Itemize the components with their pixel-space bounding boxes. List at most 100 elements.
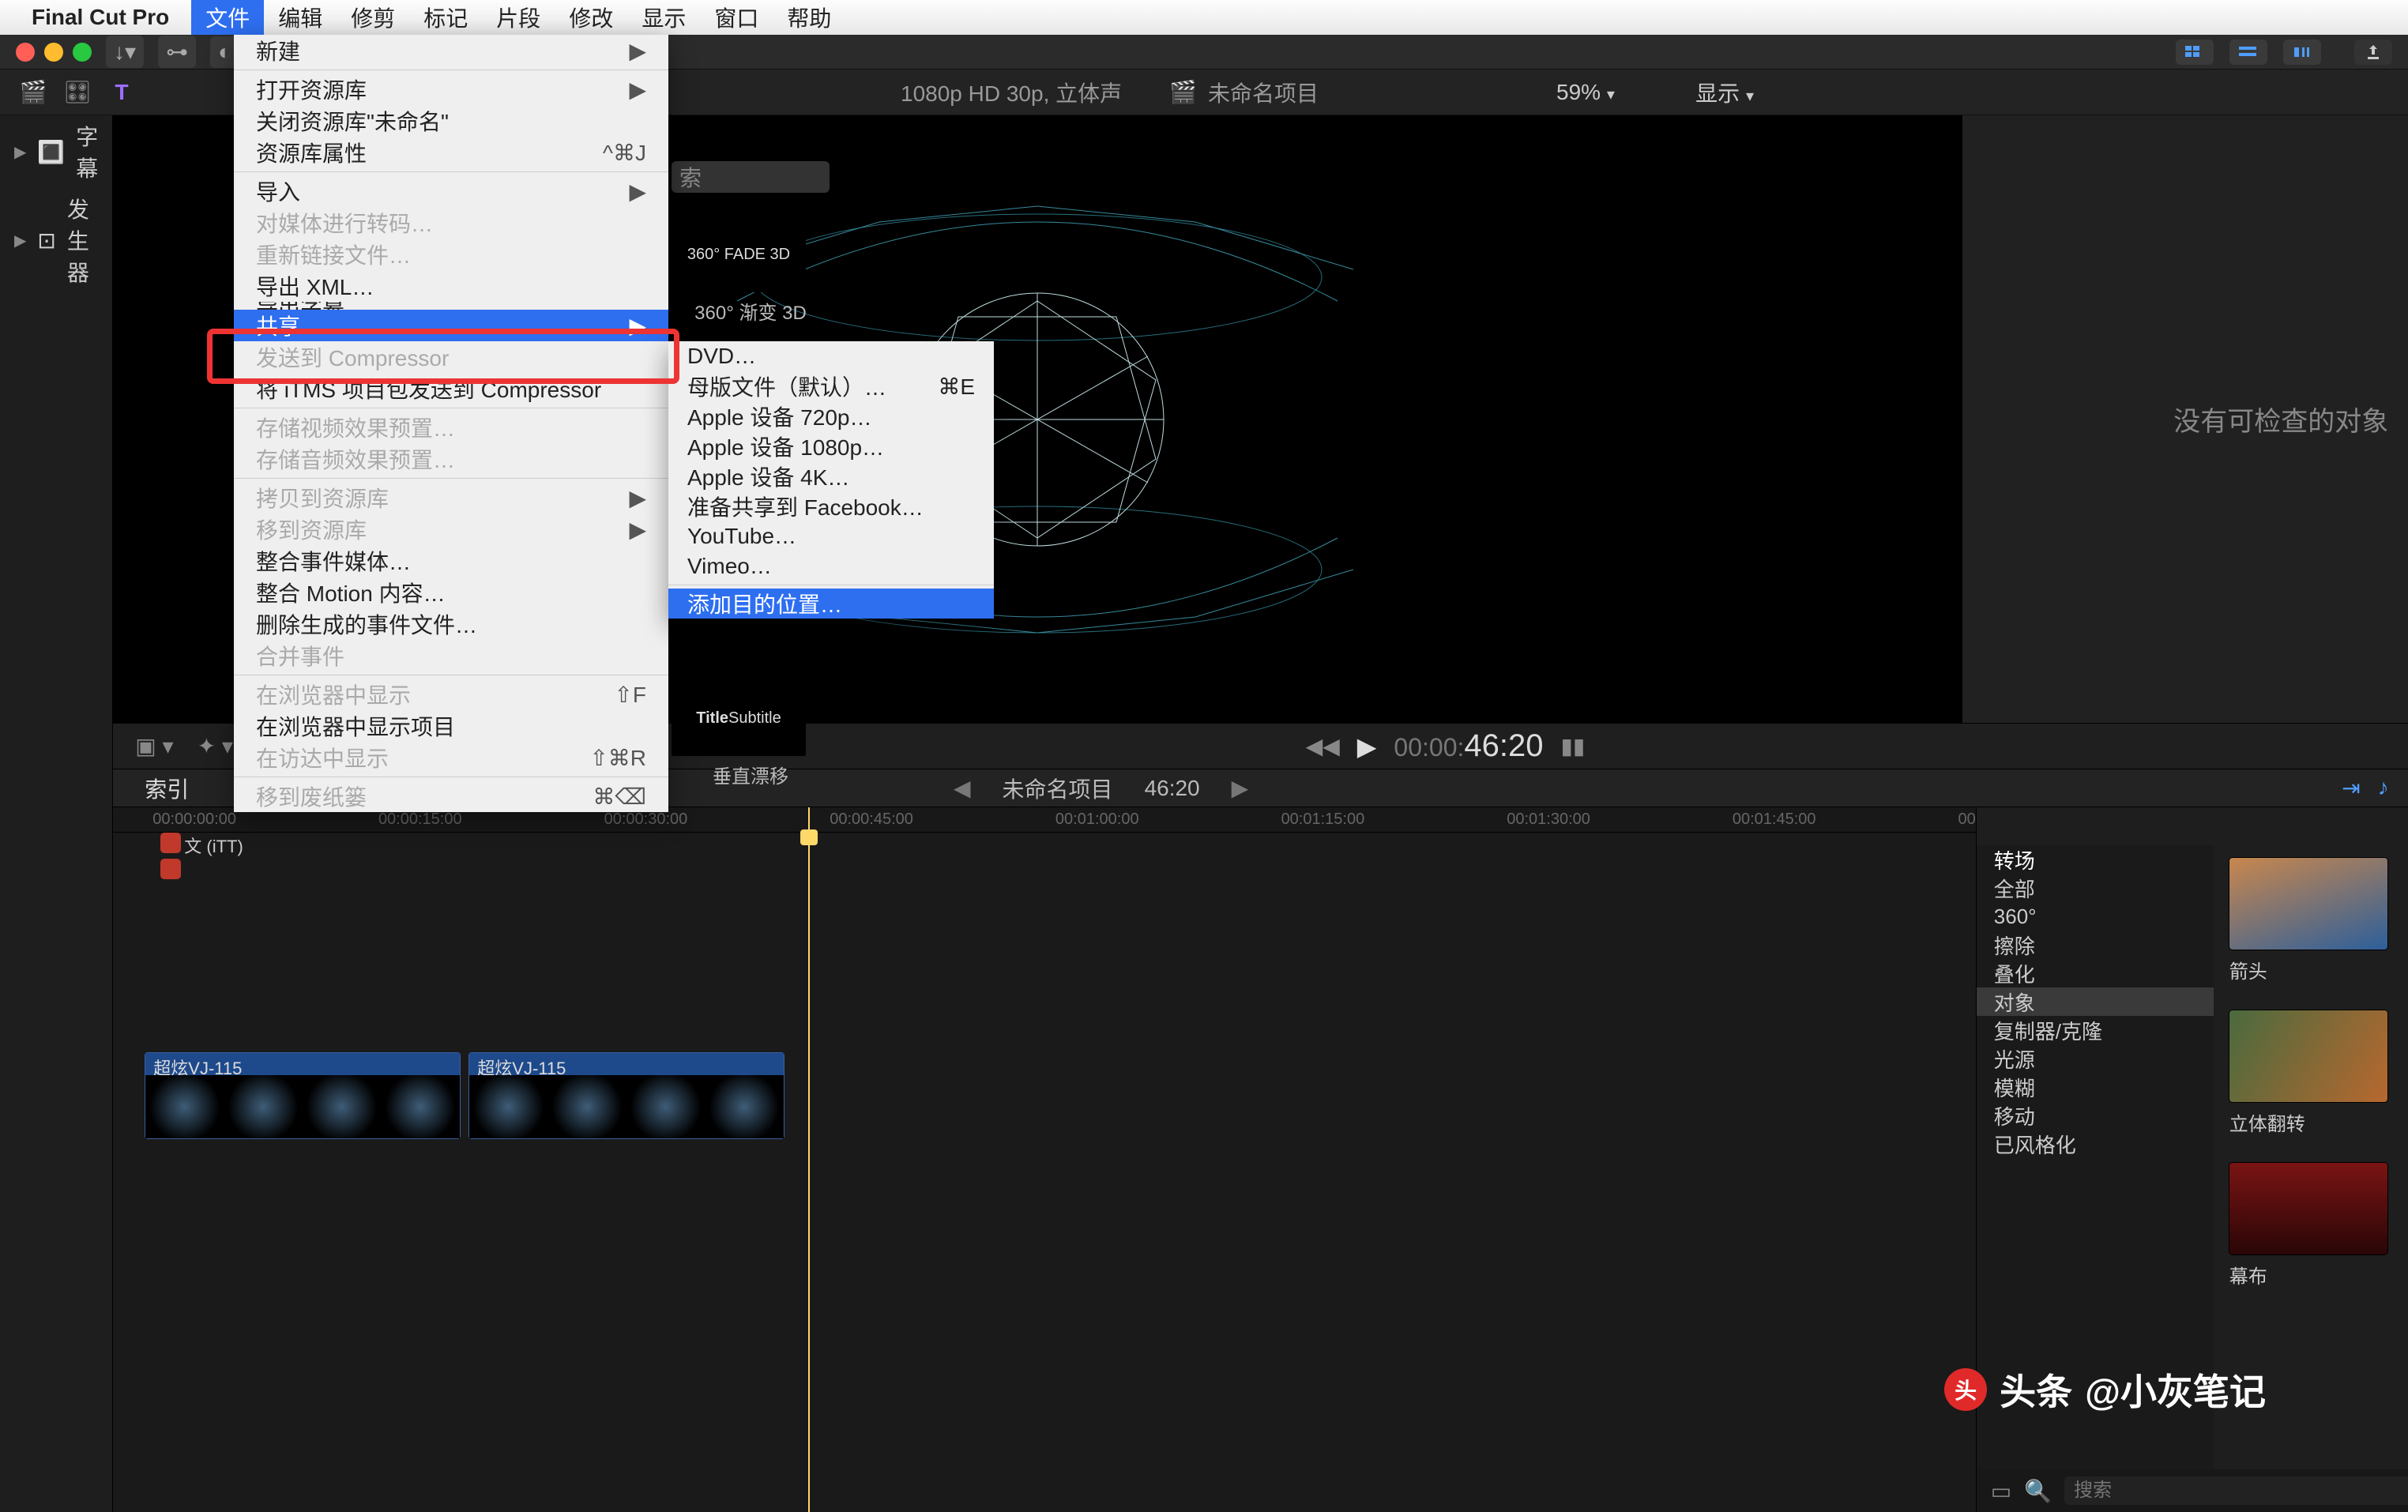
menu-open-library[interactable]: 打开资源库▶ [234,73,668,105]
timeline-clip[interactable]: 超炫VJ-115 [468,1052,784,1139]
menu-export-xml[interactable]: 导出 XML… [234,270,668,302]
menu-edit[interactable]: 编辑 [264,0,337,35]
menu-window[interactable]: 窗口 [700,0,773,35]
color-icon[interactable]: ✦ ▾ [198,733,233,759]
menu-trim[interactable]: 修剪 [337,0,409,35]
inspector-empty-text: 没有可检查的对象 [2173,400,2388,438]
category-item[interactable]: 复制器/克隆 [1977,1016,2214,1044]
menu-reveal-project[interactable]: 在浏览器中显示项目 [234,710,668,742]
share-facebook[interactable]: 准备共享到 Facebook… [668,491,994,521]
share-dvd[interactable]: DVD… [668,341,994,371]
photos-icon[interactable]: 🎛 [63,78,92,107]
transform-icon[interactable]: ▣ ▾ [135,733,173,759]
keyword-button[interactable]: ⊶ [158,36,196,68]
share-apple-720[interactable]: Apple 设备 720p… [668,401,994,431]
menu-modify[interactable]: 修改 [555,0,627,35]
history-back-icon[interactable]: ◀ [954,775,971,801]
caption-lane[interactable]: 文 (iTT) [113,833,1976,864]
menu-view[interactable]: 显示 [627,0,700,35]
title-thumbnail[interactable]: TitleSubtitle [672,680,806,756]
menu-export-caption[interactable]: 导出字幕… [234,302,668,310]
share-youtube[interactable]: YouTube… [668,521,994,551]
transition-item[interactable]: 幕布 [2229,1163,2397,1288]
share-add-destination[interactable]: 添加目的位置… [668,589,994,619]
transition-thumbnail[interactable] [2229,1163,2387,1254]
transitions-search-row: ▭ 🔍 8 项 [1977,1469,2408,1512]
menu-import[interactable]: 导入▶ [234,175,668,207]
share-vimeo[interactable]: Vimeo… [668,551,994,581]
transitions-search-input[interactable] [2064,1476,2408,1505]
menu-delete-generated[interactable]: 删除生成的事件文件… [234,608,668,640]
share-apple-1080[interactable]: Apple 设备 1080p… [668,431,994,461]
category-item[interactable]: 对象 [1977,987,2214,1016]
transitions-title: 转场 [1977,845,2214,874]
category-item[interactable]: 模糊 [1977,1073,2214,1101]
transition-name: 幕布 [2229,1261,2397,1288]
sidebar-captions[interactable]: ▶🔳字幕 [0,115,112,188]
menu-send-itms[interactable]: 将 iTMS 项目包发送到 Compressor [234,373,668,404]
caption-marker[interactable]: 文 (iTT) [160,833,181,853]
menu-send-compressor[interactable]: 发送到 Compressor [234,341,668,373]
menu-share[interactable]: 共享▶ [234,310,668,341]
caption-marker[interactable] [160,859,181,879]
menu-help[interactable]: 帮助 [773,0,845,35]
prev-frame-icon[interactable]: ◀◀ [1306,733,1340,759]
menu-consolidate-motion[interactable]: 整合 Motion 内容… [234,577,668,608]
category-item[interactable]: 擦除 [1977,931,2214,959]
transition-thumbnail[interactable] [2229,858,2387,950]
sidebar-generators[interactable]: ▶⊡发生器 [0,188,112,292]
skimming-icon[interactable]: ⇥ [2342,775,2360,801]
playhead[interactable] [808,807,810,1512]
history-fwd-icon[interactable]: ▶ [1232,775,1249,801]
menu-new[interactable]: 新建▶ [234,35,668,66]
menu-close-library[interactable]: 关闭资源库"未命名" [234,105,668,137]
transition-thumbnail[interactable] [2229,1010,2387,1102]
filter-icon[interactable]: ▭ [1991,1478,2011,1504]
menu-library-props[interactable]: 资源库属性^⌘J [234,137,668,168]
app-name: Final Cut Pro [32,5,169,30]
minimize-window-icon[interactable] [44,43,63,62]
menu-move-to-library: 移到资源库▶ [234,513,668,545]
audio-skimming-icon[interactable]: ♪ [2378,775,2389,801]
menu-relink[interactable]: 重新链接文件… [234,239,668,270]
timeline-clip[interactable]: 超炫VJ-115 [145,1052,461,1139]
category-item[interactable]: 360° [1977,902,2214,931]
share-master[interactable]: 母版文件（默认）…⌘E [668,371,994,401]
category-item[interactable]: 叠化 [1977,959,2214,987]
view-popup[interactable]: 显示 ▾ [1695,77,1754,108]
titles-generators-icon[interactable]: T [107,78,136,107]
inspector-panel: 没有可检查的对象 [1962,115,2408,723]
inspector-toggle-icon[interactable] [2283,39,2321,65]
transition-item[interactable]: 箭头 [2229,858,2397,984]
category-item[interactable]: 移动 [1977,1101,2214,1130]
library-icon[interactable]: 🎬 [19,78,47,107]
menu-mark[interactable]: 标记 [409,0,482,35]
viewer-project-name: 未命名项目 [1208,77,1319,108]
browser-search-input[interactable]: 索 [672,161,830,193]
transition-item[interactable]: 立体翻转 [2229,1010,2397,1136]
share-apple-4k[interactable]: Apple 设备 4K… [668,461,994,491]
list-appearance-icon[interactable] [2229,39,2267,65]
category-item[interactable]: 光源 [1977,1044,2214,1073]
timeline-index-button[interactable]: 索引 [113,773,220,804]
viewer-format: 1080p HD 30p, 立体声 [901,77,1122,108]
watermark: 头 头条 @小灰笔记 [1944,1363,2266,1416]
timeline-tracks[interactable]: 00:00:00:0000:00:15:0000:00:30:0000:00:4… [113,807,1976,1512]
zoom-percentage[interactable]: 59% ▾ [1556,80,1615,105]
next-frame-icon[interactable]: ▮▮ [1560,733,1585,759]
menu-reveal-browser: 在浏览器中显示⇧F [234,679,668,710]
close-window-icon[interactable] [16,43,35,62]
import-button[interactable]: ↓▾ [106,36,144,68]
menu-consolidate-media[interactable]: 整合事件媒体… [234,545,668,577]
clip-appearance-icon[interactable] [2176,39,2214,65]
category-item[interactable]: 已风格化 [1977,1130,2214,1158]
menu-clip[interactable]: 片段 [482,0,555,35]
timecode-display[interactable]: 00:00:46:20 [1394,728,1543,764]
category-item[interactable]: 全部 [1977,874,2214,902]
menu-file[interactable]: 文件 [191,0,264,35]
share-button-icon[interactable] [2354,39,2392,65]
play-button-icon[interactable]: ▶ [1357,732,1377,762]
title-thumbnail[interactable]: 360° FADE 3D [672,216,806,292]
zoom-window-icon[interactable] [73,43,92,62]
menu-transcode: 对媒体进行转码… [234,207,668,239]
